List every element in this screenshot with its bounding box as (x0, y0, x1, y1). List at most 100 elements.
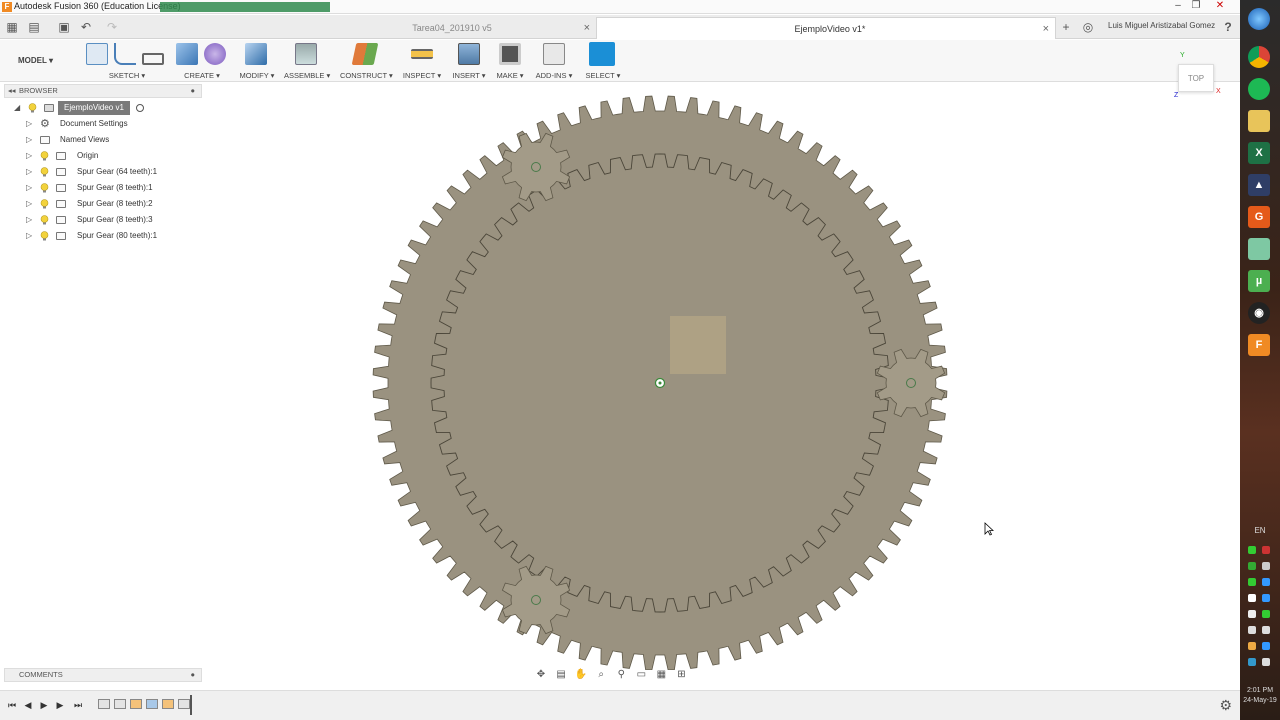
sketch-icon[interactable] (86, 43, 108, 65)
zoom-icon[interactable]: ⌕ (594, 668, 608, 682)
browser-item-spur-gear[interactable]: ▷ Spur Gear (8 teeth):3 (0, 212, 202, 228)
browser-item-spur-gear[interactable]: ▷ Spur Gear (80 teeth):1 (0, 228, 202, 244)
timeline-feature[interactable] (146, 699, 158, 709)
press-pull-icon[interactable] (245, 43, 267, 65)
comments-panel[interactable]: COMMENTS ● (4, 668, 202, 682)
pan-hand-icon[interactable]: ✋ (574, 668, 588, 682)
tab-ejemplovideo[interactable]: EjemploVideo v1* × (596, 17, 1056, 39)
expand-arrow-icon[interactable]: ▷ (26, 168, 34, 176)
expand-arrow-icon[interactable]: ▷ (26, 152, 34, 160)
user-account[interactable]: Luis Miguel Aristizabal Gomez (1108, 21, 1215, 30)
tray-icon[interactable] (1262, 546, 1270, 554)
tray-language[interactable]: EN (1240, 526, 1280, 535)
timeline-play-icon[interactable]: ▶ (38, 699, 50, 711)
tray-icon[interactable] (1248, 642, 1256, 650)
visibility-bulb-icon[interactable] (40, 183, 49, 193)
minimize-button[interactable]: – (1170, 0, 1186, 12)
measure-icon[interactable] (411, 49, 433, 59)
toolbar-group-inspect[interactable]: INSPECT ▾ (402, 42, 442, 82)
tab-close-icon[interactable]: × (584, 17, 590, 39)
utorrent-icon[interactable]: µ (1248, 270, 1270, 292)
undo-icon[interactable]: ↶ (78, 19, 94, 35)
tray-icon[interactable] (1248, 546, 1256, 554)
toolbar-group-modify[interactable]: MODIFY ▾ (238, 42, 276, 82)
toolbar-group-create[interactable]: CREATE ▾ (176, 42, 228, 82)
viewcube[interactable]: Y TOP X Z (1172, 52, 1222, 102)
viewcube-top-face[interactable]: TOP (1178, 64, 1214, 92)
matlab-icon[interactable]: ▲ (1248, 174, 1270, 196)
toolbar-group-sketch[interactable]: SKETCH ▾ (86, 42, 168, 82)
fusion-360-icon[interactable]: F (1248, 334, 1270, 356)
tray-icon[interactable] (1248, 594, 1256, 602)
tray-icon[interactable] (1262, 626, 1270, 634)
visibility-bulb-icon[interactable] (40, 167, 49, 177)
tray-clock[interactable]: 2:01 PM 24-May-19 (1240, 686, 1280, 706)
start-button-icon[interactable] (1248, 8, 1270, 30)
print-icon[interactable] (499, 43, 521, 65)
new-tab-icon[interactable]: + (1058, 19, 1074, 35)
browser-header[interactable]: ◂◂ BROWSER ● (4, 84, 202, 98)
browser-item-spur-gear[interactable]: ▷ Spur Gear (64 teeth):1 (0, 164, 202, 180)
grid-menu-icon[interactable]: ▦ (4, 19, 20, 35)
workspace-switcher[interactable]: MODEL ▾ (18, 52, 53, 70)
expand-arrow-icon[interactable]: ▷ (26, 200, 34, 208)
activate-radio-icon[interactable] (136, 104, 144, 112)
viewports-icon[interactable]: ⊞ (674, 668, 688, 682)
browser-item-origin[interactable]: ▷ Origin (0, 148, 202, 164)
timeline-feature[interactable] (130, 699, 142, 709)
tray-icon[interactable] (1248, 610, 1256, 618)
toolbar-group-select[interactable]: SELECT ▾ (584, 42, 622, 82)
gear-assembly-viewport[interactable] (360, 90, 960, 670)
spotify-icon[interactable] (1248, 78, 1270, 100)
chrome-icon[interactable] (1248, 46, 1270, 68)
toolbar-group-insert[interactable]: INSERT ▾ (452, 42, 486, 82)
tray-icon[interactable] (1248, 578, 1256, 586)
volume-icon[interactable] (1248, 626, 1256, 634)
browser-item-named-views[interactable]: ▷ Named Views (0, 132, 202, 148)
pin-icon[interactable]: ● (190, 85, 195, 97)
collapse-icon[interactable]: ◂◂ (8, 85, 16, 97)
visibility-bulb-icon[interactable] (40, 215, 49, 225)
plane-icon[interactable] (351, 43, 379, 65)
save-icon[interactable]: ▣ (56, 19, 72, 35)
toolbar-group-make[interactable]: MAKE ▾ (494, 42, 526, 82)
tray-icon[interactable] (1262, 578, 1270, 586)
grid-settings-icon[interactable]: ▦ (654, 668, 668, 682)
arc-icon[interactable] (114, 43, 136, 65)
obs-icon[interactable]: ◉ (1248, 302, 1270, 324)
image-icon[interactable] (458, 43, 480, 65)
timeline-feature[interactable] (98, 699, 110, 709)
timeline-end-icon[interactable]: ⏭ (72, 699, 84, 711)
tray-icon[interactable] (1262, 562, 1270, 570)
expand-arrow-icon[interactable]: ▷ (26, 136, 34, 144)
orbit-icon[interactable]: ✥ (534, 668, 548, 682)
visibility-bulb-icon[interactable] (40, 231, 49, 241)
timeline-start-icon[interactable]: ⏮ (6, 699, 18, 711)
browser-root-item[interactable]: ◢ EjemploVideo v1 (0, 100, 202, 116)
timeline-forward-icon[interactable]: ▶ (54, 699, 66, 711)
tray-icon[interactable] (1262, 642, 1270, 650)
look-at-icon[interactable]: ▤ (554, 668, 568, 682)
browser-item-spur-gear[interactable]: ▷ Spur Gear (8 teeth):2 (0, 196, 202, 212)
expand-arrow-icon[interactable]: ▷ (26, 120, 34, 128)
timeline-marker[interactable] (190, 695, 192, 715)
help-icon[interactable]: ? (1220, 19, 1236, 35)
close-window-button[interactable]: ✕ (1212, 0, 1228, 12)
job-status-icon[interactable]: ◎ (1080, 19, 1096, 35)
browser-item-document-settings[interactable]: ▷ ⚙ Document Settings (0, 116, 202, 132)
timeline-back-icon[interactable]: ◀ (22, 699, 34, 711)
fit-icon[interactable]: ⚲ (614, 668, 628, 682)
expand-arrow-icon[interactable]: ▷ (26, 184, 34, 192)
select-icon[interactable] (589, 42, 615, 66)
tray-icon[interactable] (1248, 562, 1256, 570)
rectangle-icon[interactable] (142, 53, 164, 65)
browser-item-spur-gear[interactable]: ▷ Spur Gear (8 teeth):1 (0, 180, 202, 196)
visibility-bulb-icon[interactable] (40, 151, 49, 161)
toolbar-group-assemble[interactable]: ASSEMBLE ▾ (284, 42, 330, 82)
visibility-bulb-icon[interactable] (40, 199, 49, 209)
display-settings-icon[interactable]: ▭ (634, 668, 648, 682)
visibility-bulb-icon[interactable] (28, 103, 37, 113)
pin-icon[interactable]: ● (190, 669, 195, 681)
extrude-icon[interactable] (176, 43, 198, 65)
timeline-feature[interactable] (178, 699, 190, 709)
